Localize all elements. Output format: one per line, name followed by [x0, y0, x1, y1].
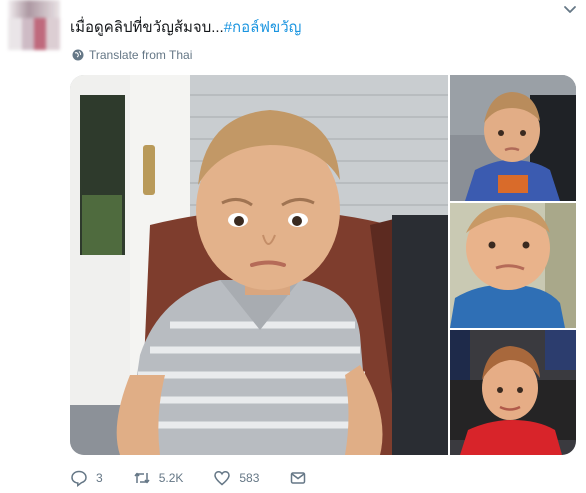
like-icon — [214, 471, 231, 486]
media-grid — [70, 75, 576, 455]
retweet-button[interactable]: 5.2K — [133, 469, 184, 487]
tweet-text: เมื่อดูคลิปที่ขวัญส้มจบ...#กอล์ฟขวัญ — [70, 18, 301, 38]
retweet-icon — [134, 472, 150, 484]
tweet-body: เมื่อดูคลิปที่ขวัญส้มจบ... — [70, 19, 224, 36]
thumb-photo-2[interactable] — [450, 203, 576, 328]
main-photo[interactable] — [70, 75, 448, 455]
avatar[interactable] — [8, 0, 60, 50]
message-button[interactable] — [289, 469, 307, 487]
globe-icon — [72, 49, 84, 61]
like-count: 583 — [239, 471, 260, 485]
hashtag-link[interactable]: #กอล์ฟขวัญ — [224, 19, 302, 36]
like-button[interactable]: 583 — [213, 469, 259, 487]
chevron-down-icon[interactable] — [562, 2, 578, 18]
thumb-photo-1[interactable] — [450, 75, 576, 201]
translate-link[interactable]: Translate from Thai — [72, 48, 192, 62]
thumb-photo-3[interactable] — [450, 330, 576, 455]
message-icon — [291, 472, 306, 484]
reply-button[interactable]: 3 — [70, 469, 103, 487]
translate-label: Translate from Thai — [89, 48, 193, 62]
reply-count: 3 — [96, 471, 103, 485]
reply-icon — [71, 470, 87, 487]
tweet-actions: 3 5.2K 583 — [70, 466, 337, 490]
retweet-count: 5.2K — [158, 471, 184, 485]
